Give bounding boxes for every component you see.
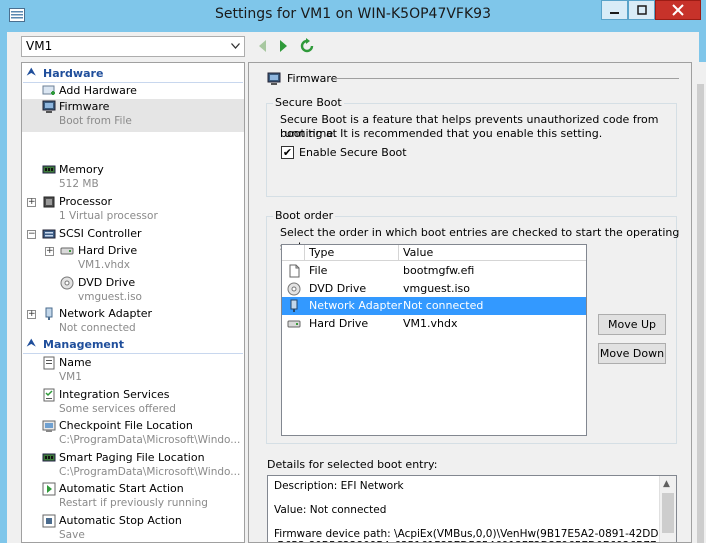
file-icon	[289, 264, 300, 278]
move-down-button[interactable]: Move Down	[598, 343, 666, 364]
add-hardware-icon	[42, 85, 55, 95]
smart-paging-icon	[42, 453, 56, 462]
enable-secure-boot-label[interactable]: Enable Secure Boot	[299, 146, 407, 160]
network-adapter-icon	[45, 307, 53, 320]
close-button[interactable]	[655, 0, 701, 20]
scroll-up-icon[interactable]: ▲	[663, 479, 670, 489]
tree-item-dvd-drive[interactable]: DVD Drive vmguest.iso	[22, 275, 244, 305]
maximize-icon	[636, 5, 647, 15]
enable-secure-boot-checkbox[interactable]: ✔	[281, 146, 294, 159]
secure-boot-group-label: Secure Boot	[273, 96, 344, 109]
tree-item-integration-services[interactable]: Integration Services Some services offer…	[22, 387, 244, 417]
tree-item-checkpoint-file-location[interactable]: Checkpoint File Location C:\ProgramData\…	[22, 418, 244, 448]
details-firmware-path: Firmware device path: \AcpiEx(VMBus,0,0)…	[274, 528, 659, 542]
forward-arrow-icon[interactable]	[275, 38, 291, 54]
firmware-settings-panel: Firmware Secure Boot Secure Boot is a fe…	[248, 62, 692, 543]
column-header-type[interactable]: Type	[309, 246, 334, 259]
automatic-start-icon	[42, 482, 56, 496]
checkmark-icon: ✔	[282, 146, 293, 159]
expand-icon[interactable]: +	[27, 310, 36, 319]
hard-drive-icon	[287, 320, 301, 328]
details-label: Details for selected boot entry:	[267, 458, 438, 471]
move-up-button[interactable]: Move Up	[598, 314, 666, 335]
boot-order-list[interactable]: Type Value File bootmgfw.efi DVD Drive v…	[281, 244, 587, 436]
panel-title: Firmware	[287, 72, 338, 85]
boot-entry-row[interactable]: DVD Drive vmguest.iso	[282, 280, 586, 298]
scrollbar-thumb[interactable]	[662, 493, 674, 533]
boot-entry-row-selected[interactable]: Network Adapter Not connected	[282, 297, 586, 315]
hardware-section-header[interactable]: ⮝ Hardware	[23, 67, 243, 81]
memory-icon	[42, 165, 56, 174]
boot-entry-row[interactable]: File bootmgfw.efi	[282, 262, 586, 280]
dvd-icon	[60, 276, 74, 290]
vm-select-dropdown[interactable]: VM1	[21, 36, 245, 57]
close-icon	[672, 4, 684, 16]
tree-item-processor[interactable]: + Processor 1 Virtual processor	[22, 194, 244, 224]
automatic-stop-icon	[42, 514, 56, 528]
boot-order-list-header: Type Value	[282, 245, 586, 261]
tree-item-smart-paging-file-location[interactable]: Smart Paging File Location C:\ProgramDat…	[22, 450, 244, 480]
settings-window: Settings for VM1 on WIN-K5OP47VFK93 VM1 …	[0, 0, 706, 543]
details-scrollbar[interactable]: ▲	[659, 476, 676, 542]
tree-item-memory[interactable]: Memory 512 MB	[22, 162, 244, 192]
tree-item-firmware[interactable]: Firmware Boot from File	[22, 99, 244, 132]
column-header-value[interactable]: Value	[403, 246, 433, 259]
tree-item-hard-drive[interactable]: + Hard Drive VM1.vhdx	[22, 243, 244, 273]
client-area: VM1 ⮝ Hardware Add Hardware Firmware Boo…	[7, 32, 706, 543]
panel-title-rule	[335, 78, 679, 79]
panel-scrollbar[interactable]	[695, 62, 706, 543]
secure-boot-description-line2: boot time. It is recommended that you en…	[280, 127, 603, 140]
firmware-icon	[42, 100, 56, 113]
tree-item-scsi-controller[interactable]: − SCSI Controller	[22, 226, 244, 242]
vm-select-value: VM1	[26, 39, 53, 53]
refresh-icon[interactable]	[299, 38, 315, 54]
boot-order-group-label: Boot order	[273, 209, 336, 222]
name-icon	[43, 356, 55, 370]
maximize-button[interactable]	[628, 0, 655, 20]
collapse-icon[interactable]: −	[27, 230, 36, 239]
tree-item-add-hardware[interactable]: Add Hardware	[22, 83, 244, 99]
tree-item-automatic-stop-action[interactable]: Automatic Stop Action Save	[22, 513, 244, 542]
hard-drive-icon	[60, 247, 74, 255]
column-separator	[304, 245, 305, 261]
details-description: Description: EFI Network	[274, 480, 404, 492]
expand-icon[interactable]: +	[45, 247, 54, 256]
management-section-divider	[23, 353, 243, 354]
collapse-chevron-icon: ⮝	[27, 338, 36, 349]
processor-icon	[43, 196, 55, 208]
settings-tree[interactable]: ⮝ Hardware Add Hardware Firmware Boot fr…	[21, 62, 245, 543]
network-adapter-icon	[290, 299, 298, 312]
tree-item-network-adapter[interactable]: + Network Adapter Not connected	[22, 306, 244, 336]
collapse-chevron-icon: ⮝	[27, 67, 36, 78]
tree-item-automatic-start-action[interactable]: Automatic Start Action Restart if previo…	[22, 481, 244, 511]
chevron-down-icon	[231, 43, 240, 49]
boot-entry-row[interactable]: Hard Drive VM1.vhdx	[282, 315, 586, 333]
column-separator[interactable]	[398, 245, 399, 261]
title-bar[interactable]: Settings for VM1 on WIN-K5OP47VFK93	[0, 0, 706, 32]
dvd-icon	[287, 282, 301, 296]
integration-services-icon	[43, 388, 55, 402]
back-arrow-icon[interactable]	[255, 38, 271, 54]
details-text: Description: EFI Network Value: Not conn…	[274, 480, 660, 542]
tree-item-name[interactable]: Name VM1	[22, 355, 244, 385]
expand-icon[interactable]: +	[27, 198, 36, 207]
details-value: Value: Not connected	[274, 504, 387, 516]
scrollbar-thumb[interactable]	[697, 84, 704, 543]
management-section-header[interactable]: ⮝ Management	[23, 338, 243, 352]
checkpoint-icon	[42, 420, 56, 432]
firmware-icon	[267, 72, 281, 85]
minimize-icon	[609, 12, 619, 14]
details-textbox[interactable]: Description: EFI Network Value: Not conn…	[267, 475, 677, 542]
scsi-controller-icon	[42, 229, 56, 239]
minimize-button[interactable]	[601, 0, 628, 20]
